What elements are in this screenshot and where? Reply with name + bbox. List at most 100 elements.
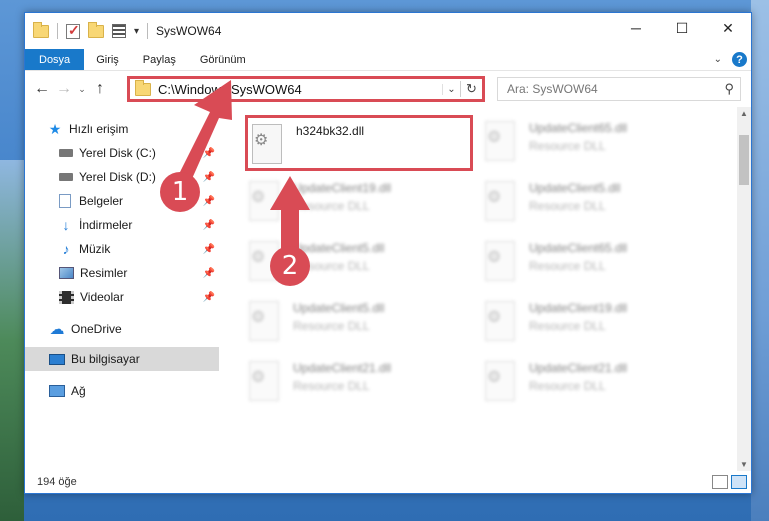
file-type: Resource DLL xyxy=(293,199,370,213)
document-icon xyxy=(59,194,71,208)
download-icon: ↓ xyxy=(62,217,70,233)
title-bar: ▾ SysWOW64 ─ ☐ ✕ xyxy=(25,13,751,49)
file-item[interactable]: ⚙ UpdateClient21.dll Resource DLL xyxy=(481,355,709,411)
file-item-highlighted[interactable]: ⚙ h324bk32.dll xyxy=(245,115,473,171)
search-input[interactable]: Ara: SysWOW64 ⚲ xyxy=(497,77,741,101)
music-icon: ♪ xyxy=(62,241,70,257)
video-icon xyxy=(59,290,74,304)
pin-icon[interactable]: 📌 xyxy=(203,292,215,303)
tab-home[interactable]: Giriş xyxy=(84,49,131,70)
sidebar-item-this-pc[interactable]: Bu bilgisayar xyxy=(25,347,219,371)
sidebar-item-label: Yerel Disk (D:) xyxy=(79,170,156,184)
search-placeholder: Ara: SysWOW64 xyxy=(507,82,598,96)
pin-icon[interactable]: 📌 xyxy=(203,196,215,207)
gear-icon: ⚙ xyxy=(251,249,266,266)
sidebar-item-label: Müzik xyxy=(79,242,111,256)
file-name: UpdateClient19.dll xyxy=(529,301,628,315)
expand-ribbon-chevron-icon[interactable]: ⌄ xyxy=(714,54,722,65)
close-button[interactable]: ✕ xyxy=(705,13,751,43)
properties-check-icon[interactable] xyxy=(66,22,80,39)
file-item[interactable]: ⚙ UpdateClient19.dll Resource DLL xyxy=(481,295,709,351)
file-item[interactable]: ⚙ UpdateClient21.dll Resource DLL xyxy=(245,355,473,411)
file-type: Resource DLL xyxy=(293,319,370,333)
gear-icon: ⚙ xyxy=(487,129,502,146)
pictures-icon xyxy=(59,267,74,279)
file-name: UpdateClient5.dll xyxy=(529,181,621,195)
file-type: Resource DLL xyxy=(529,199,606,213)
tab-share[interactable]: Paylaş xyxy=(131,49,188,70)
sidebar-item-label: OneDrive xyxy=(71,322,122,336)
up-button[interactable]: ↑ xyxy=(89,80,111,98)
minimize-button[interactable]: ─ xyxy=(613,13,659,43)
search-icon[interactable]: ⚲ xyxy=(724,81,734,97)
sidebar-item-label: Ağ xyxy=(71,384,86,398)
file-name: h324bk32.dll xyxy=(296,124,365,138)
pin-icon[interactable]: 📌 xyxy=(203,244,215,255)
recent-locations-chevron-icon[interactable]: ⌄ xyxy=(75,84,89,95)
customize-toolbar-chevron-icon[interactable]: ▾ xyxy=(134,26,139,37)
file-type: Resource DLL xyxy=(529,259,606,273)
file-type: Resource DLL xyxy=(529,319,606,333)
file-item[interactable]: ⚙ UpdateClient19.dll Resource DLL xyxy=(245,175,473,231)
quick-access-toolbar: ▾ xyxy=(33,21,149,39)
address-bar[interactable]: C:\Windows\SysWOW64 ⌄ ↻ xyxy=(127,76,485,102)
help-icon[interactable]: ? xyxy=(732,52,747,67)
file-item[interactable]: ⚙ UpdateClient5.dll Resource DLL xyxy=(245,295,473,351)
file-name: UpdateClient65.dll xyxy=(529,241,628,255)
forward-button[interactable]: → xyxy=(53,80,75,98)
sidebar-item-videos[interactable]: Videolar 📌 xyxy=(25,285,219,309)
drive-icon xyxy=(59,173,73,181)
gear-icon: ⚙ xyxy=(251,309,266,326)
vertical-scrollbar[interactable]: ▲ ▼ xyxy=(737,107,751,471)
gear-icon: ⚙ xyxy=(487,309,502,326)
scroll-up-arrow-icon[interactable]: ▲ xyxy=(737,109,751,118)
tab-view[interactable]: Görünüm xyxy=(188,49,258,70)
gear-icon: ⚙ xyxy=(254,132,269,149)
navigation-bar: ← → ⌄ ↑ C:\Windows\SysWOW64 ⌄ ↻ Ara: Sys… xyxy=(25,71,751,107)
view-toggle xyxy=(712,475,747,489)
file-item[interactable]: ⚙ UpdateClient65.dll Resource DLL xyxy=(481,115,709,171)
sidebar-item-pictures[interactable]: Resimler 📌 xyxy=(25,261,219,285)
scroll-down-arrow-icon[interactable]: ▼ xyxy=(737,460,751,469)
properties-icon[interactable] xyxy=(112,24,126,38)
network-icon xyxy=(49,385,65,397)
back-button[interactable]: ← xyxy=(31,80,53,98)
pin-icon[interactable]: 📌 xyxy=(203,148,215,159)
address-dropdown-chevron-icon[interactable]: ⌄ xyxy=(442,83,460,95)
refresh-icon[interactable]: ↻ xyxy=(460,81,482,97)
pin-icon[interactable]: 📌 xyxy=(203,172,215,183)
main-content: ★ Hızlı erişim Yerel Disk (C:) 📌 Yerel D… xyxy=(25,107,751,471)
folder-icon xyxy=(33,21,49,38)
sidebar-item-network[interactable]: Ağ xyxy=(25,379,219,403)
gear-icon: ⚙ xyxy=(487,189,502,206)
sidebar-item-quick-access[interactable]: ★ Hızlı erişim xyxy=(25,117,219,141)
sidebar-item-music[interactable]: ♪ Müzik 📌 xyxy=(25,237,219,261)
file-item[interactable]: ⚙ UpdateClient65.dll Resource DLL xyxy=(481,235,709,291)
item-count: 194 öğe xyxy=(37,476,77,488)
annotation-step-1: 1 xyxy=(160,172,200,212)
sidebar-item-label: Bu bilgisayar xyxy=(71,352,140,366)
ribbon-tabs: Dosya Giriş Paylaş Görünüm ⌄ ? xyxy=(25,49,751,71)
file-explorer-window: ▾ SysWOW64 ─ ☐ ✕ Dosya Giriş Paylaş Görü… xyxy=(24,12,752,494)
file-item[interactable]: ⚙ UpdateClient5.dll Resource DLL xyxy=(481,175,709,231)
address-path[interactable]: C:\Windows\SysWOW64 xyxy=(158,82,442,97)
new-folder-icon[interactable] xyxy=(88,21,104,38)
tiles-view-icon[interactable] xyxy=(731,475,747,489)
file-type: Resource DLL xyxy=(293,379,370,393)
computer-icon xyxy=(49,353,65,365)
file-name: UpdateClient5.dll xyxy=(293,301,385,315)
status-bar: 194 öğe xyxy=(25,471,751,493)
gear-icon: ⚙ xyxy=(251,369,266,386)
scrollbar-thumb[interactable] xyxy=(739,135,749,185)
file-name: UpdateClient21.dll xyxy=(529,361,628,375)
tab-file[interactable]: Dosya xyxy=(25,49,85,70)
pin-icon[interactable]: 📌 xyxy=(203,268,215,279)
details-view-icon[interactable] xyxy=(712,475,728,489)
file-name: UpdateClient65.dll xyxy=(529,121,628,135)
maximize-button[interactable]: ☐ xyxy=(659,13,705,43)
sidebar-item-onedrive[interactable]: ☁ OneDrive xyxy=(25,317,219,341)
ribbon-right-controls: ⌄ ? xyxy=(714,52,747,67)
sidebar-item-downloads[interactable]: ↓ İndirmeler 📌 xyxy=(25,213,219,237)
sidebar-item-local-disk-c[interactable]: Yerel Disk (C:) 📌 xyxy=(25,141,219,165)
pin-icon[interactable]: 📌 xyxy=(203,220,215,231)
